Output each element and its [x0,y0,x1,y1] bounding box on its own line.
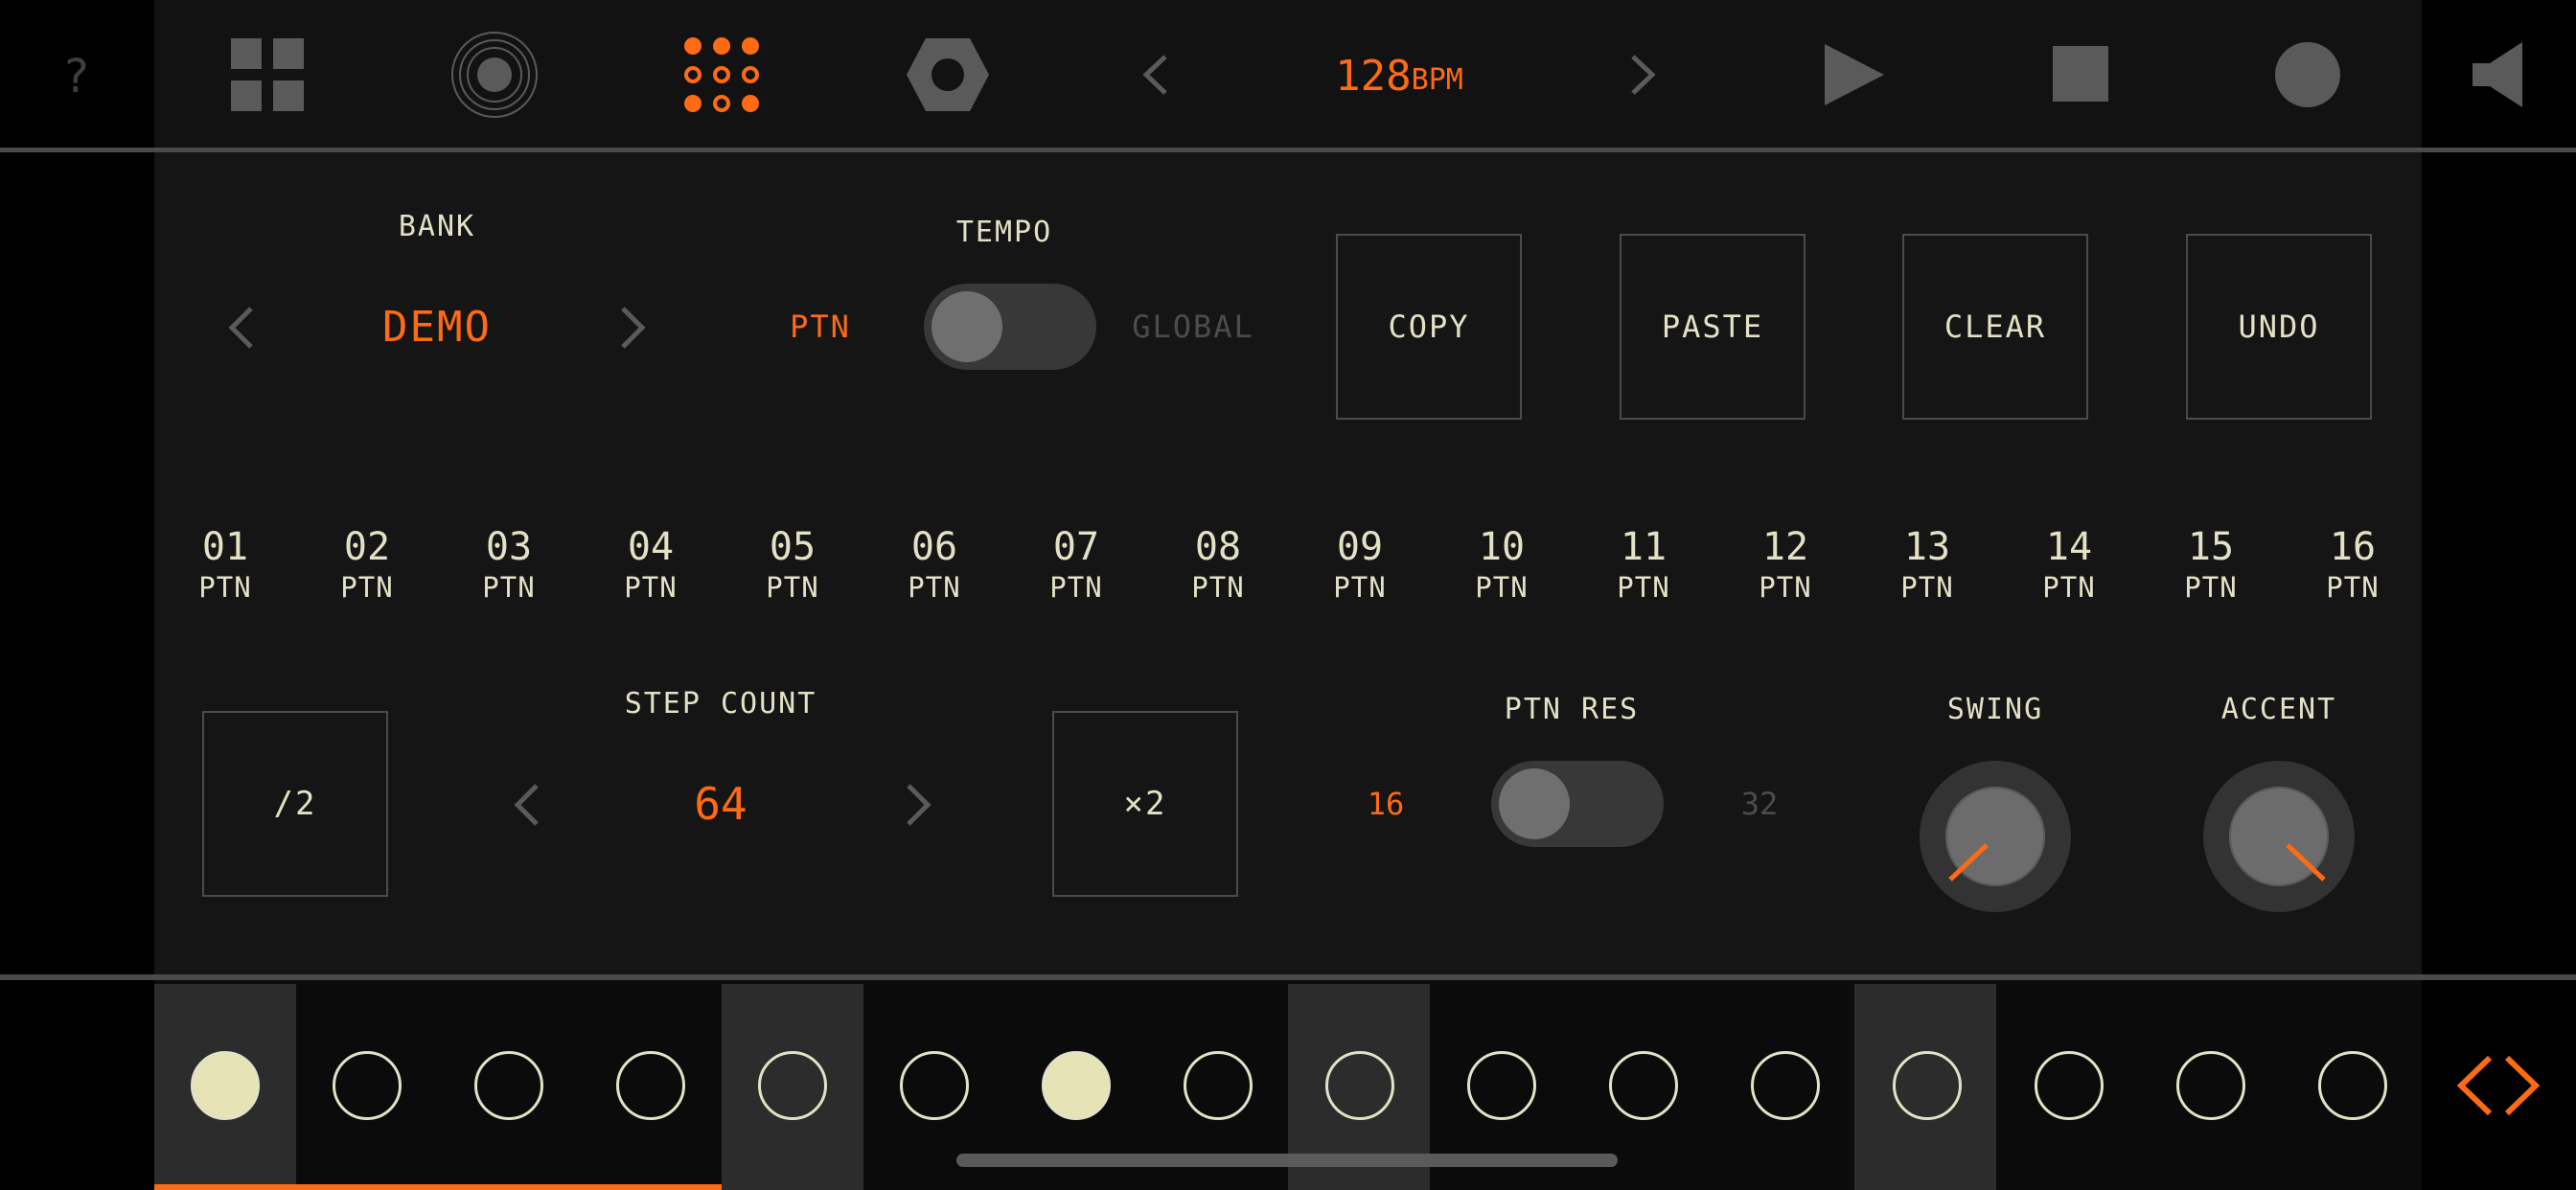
pattern-15-sub-label: PTN [2184,571,2238,604]
bpm-display[interactable]: 128 BPM [1303,42,1495,109]
pattern-04-sub-label: PTN [624,571,678,604]
step-2-toggle[interactable] [333,1051,402,1120]
pattern-14-button[interactable]: 14 [2012,525,2127,569]
bank-label: BANK [398,209,476,243]
target-icon[interactable] [450,31,539,119]
step-12-toggle[interactable] [1751,1051,1820,1120]
home-indicator-bar[interactable] [956,1154,1618,1167]
pattern-dots-icon[interactable] [683,36,760,113]
step-count-next-chevron-icon[interactable] [895,780,943,830]
copy-button[interactable]: COPY [1336,234,1522,420]
pattern-09-button[interactable]: 09 [1302,525,1417,569]
step-11-toggle[interactable] [1609,1051,1678,1120]
pattern-07-button[interactable]: 07 [1019,525,1134,569]
step-count-prev-chevron-icon[interactable] [502,780,550,830]
pattern-01-button[interactable]: 01 [168,525,283,569]
pattern-05-button[interactable]: 05 [735,525,850,569]
double-steps-button[interactable]: ×2 [1052,711,1238,897]
pattern-10-sub-label: PTN [1475,571,1529,604]
step-15-toggle[interactable] [2176,1051,2245,1120]
pattern-14-sub-label: PTN [2042,571,2096,604]
step-13-toggle[interactable] [1893,1051,1962,1120]
step-count-label: STEP COUNT [624,686,817,721]
swing-indicator-icon [1948,843,1989,881]
step-16-toggle[interactable] [2318,1051,2387,1120]
step-9-toggle[interactable] [1325,1051,1394,1120]
step-6-toggle[interactable] [900,1051,969,1120]
pattern-12-sub-label: PTN [1759,571,1812,604]
bpm-value: 128 [1335,51,1412,101]
ptn-res-16-option[interactable]: 16 [1338,782,1434,826]
step-10-toggle[interactable] [1467,1051,1536,1120]
pattern-16-sub-label: PTN [2326,571,2380,604]
tempo-toggle-knob [932,291,1002,362]
accent-label: ACCENT [2220,692,2337,726]
pattern-05-sub-label: PTN [766,571,819,604]
pattern-11-button[interactable]: 11 [1586,525,1701,569]
pattern-13-sub-label: PTN [1900,571,1954,604]
pattern-02-sub-label: PTN [340,571,394,604]
stop-icon[interactable] [2053,46,2108,102]
tempo-toggle[interactable] [924,284,1096,370]
swing-label: SWING [1946,692,2044,726]
pattern-08-button[interactable]: 08 [1161,525,1276,569]
page-position-indicator [154,1184,722,1190]
pattern-08-sub-label: PTN [1191,571,1245,604]
step-4-toggle[interactable] [616,1051,685,1120]
grid-icon[interactable] [231,38,304,111]
accent-indicator-icon [2286,843,2326,881]
step-count-value: 64 [694,778,748,830]
ptn-res-toggle-knob [1499,768,1570,839]
bank-value: DEMO [382,302,492,352]
tempo-global-option[interactable]: GLOBAL [1121,305,1265,349]
undo-button[interactable]: UNDO [2186,234,2372,420]
ptn-res-toggle[interactable] [1491,761,1664,847]
bpm-prev-chevron-icon[interactable] [1131,38,1179,111]
pattern-15-button[interactable]: 15 [2153,525,2268,569]
step-14-toggle[interactable] [2035,1051,2104,1120]
pattern-04-button[interactable]: 04 [593,525,708,569]
step-5-toggle[interactable] [758,1051,827,1120]
play-icon[interactable] [1825,44,1884,105]
halve-steps-button[interactable]: /2 [202,711,388,897]
pattern-02-button[interactable]: 02 [310,525,425,569]
swing-knob[interactable] [1920,761,2071,912]
pattern-03-sub-label: PTN [482,571,536,604]
pattern-06-button[interactable]: 06 [877,525,992,569]
ptn-res-label: PTN RES [1504,692,1640,726]
settings-hex-icon[interactable] [905,36,991,113]
step-7-toggle[interactable] [1042,1051,1111,1120]
ptn-res-32-option[interactable]: 32 [1712,782,1807,826]
pattern-03-button[interactable]: 03 [451,525,566,569]
pattern-12-button[interactable]: 12 [1728,525,1843,569]
page-nav-arrows-icon[interactable] [2453,1054,2543,1117]
tempo-label: TEMPO [955,215,1053,249]
pattern-06-sub-label: PTN [908,571,961,604]
pattern-13-button[interactable]: 13 [1870,525,1985,569]
pattern-16-button[interactable]: 16 [2295,525,2410,569]
bpm-next-chevron-icon[interactable] [1620,38,1668,111]
bank-prev-chevron-icon[interactable] [217,303,264,353]
bank-next-chevron-icon[interactable] [610,303,657,353]
step-8-toggle[interactable] [1184,1051,1253,1120]
pattern-10-button[interactable]: 10 [1444,525,1559,569]
help-button[interactable]: ? [38,38,115,115]
bpm-unit: BPM [1411,62,1463,97]
pattern-07-sub-label: PTN [1049,571,1103,604]
record-icon[interactable] [2275,42,2340,107]
tempo-ptn-option[interactable]: PTN [772,305,868,349]
pattern-09-sub-label: PTN [1333,571,1387,604]
speaker-icon[interactable] [2472,42,2522,107]
step-1-toggle[interactable] [191,1051,260,1120]
pattern-11-sub-label: PTN [1617,571,1670,604]
step-3-toggle[interactable] [474,1051,543,1120]
paste-button[interactable]: PASTE [1620,234,1806,420]
clear-button[interactable]: CLEAR [1902,234,2088,420]
pattern-01-sub-label: PTN [198,571,252,604]
accent-knob[interactable] [2203,761,2355,912]
